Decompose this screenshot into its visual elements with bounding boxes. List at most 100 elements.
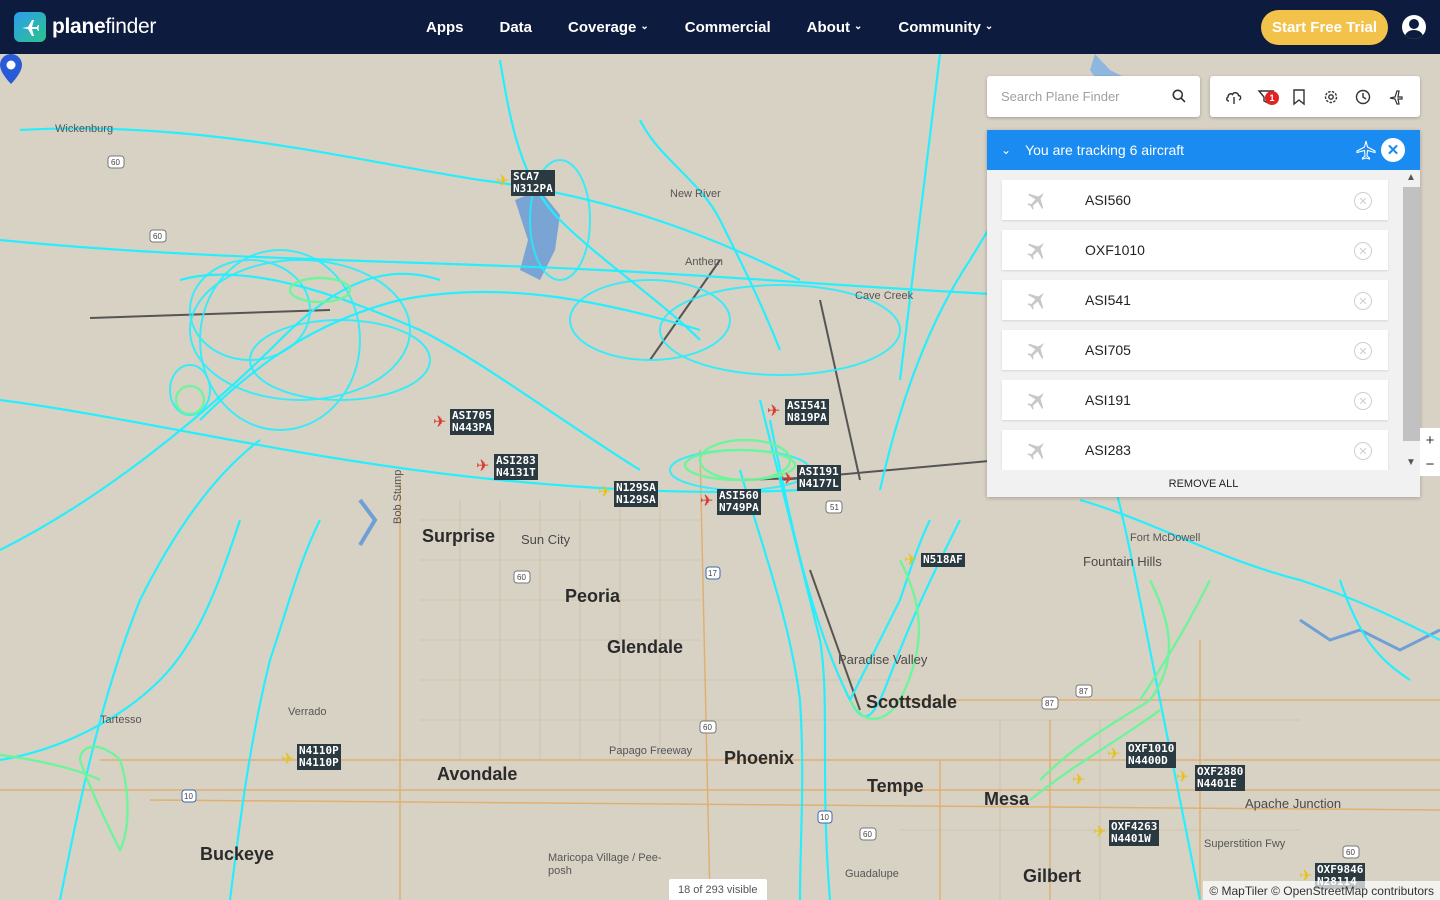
aircraft-plane-icon[interactable]: ✈: [281, 752, 294, 768]
svg-text:60: 60: [1346, 848, 1355, 857]
place-mesa: Mesa: [984, 789, 1030, 809]
zoom-out-button[interactable]: −: [1426, 456, 1435, 473]
remove-circle-icon[interactable]: ✕: [1354, 242, 1372, 260]
aircraft-plane-icon[interactable]: ✈: [767, 404, 780, 420]
tracked-callsign: ASI283: [1085, 442, 1131, 458]
scroll-up-icon[interactable]: ▲: [1406, 172, 1416, 183]
search-input[interactable]: [1001, 89, 1161, 104]
add-plane-icon[interactable]: [1387, 88, 1405, 106]
aircraft-plane-icon[interactable]: ✈: [1107, 747, 1120, 763]
aircraft-plane-icon[interactable]: ✈: [700, 494, 713, 510]
aircraft-label[interactable]: ASI705 N443PA: [450, 409, 494, 435]
svg-text:51: 51: [830, 503, 839, 512]
search-icon[interactable]: [1172, 89, 1186, 103]
logo-text: planefinder: [52, 15, 157, 38]
aircraft-label[interactable]: ASI283 N4131T: [494, 454, 538, 480]
user-circle-icon[interactable]: [1402, 15, 1426, 39]
remove-circle-icon[interactable]: ✕: [1354, 292, 1372, 310]
tracked-aircraft-row[interactable]: OXF1010 ✕: [1002, 230, 1388, 270]
remove-circle-icon[interactable]: ✕: [1354, 392, 1372, 410]
aircraft-label[interactable]: OXF4263 N4401W: [1109, 820, 1160, 846]
aircraft-plane-icon[interactable]: ✈: [1176, 770, 1189, 786]
tracked-aircraft-row[interactable]: ASI560 ✕: [1002, 180, 1388, 220]
bookmark-icon[interactable]: [1290, 88, 1308, 106]
aircraft-label[interactable]: ASI541 N819PA: [785, 399, 829, 425]
aircraft-label[interactable]: ASI560 N749PA: [717, 489, 761, 515]
place-avondale: Avondale: [437, 764, 518, 784]
aircraft-label[interactable]: ASI191 N4177L: [797, 465, 841, 491]
place-glendale: Glendale: [607, 637, 684, 657]
close-panel-button[interactable]: ✕: [1381, 138, 1405, 162]
aircraft-label[interactable]: OXF2880 N4401E: [1195, 765, 1246, 791]
chevron-down-icon: ⌄: [853, 20, 863, 32]
tracking-panel-title: You are tracking 6 aircraft: [1025, 142, 1185, 158]
place-fort-mcdowell: Fort McDowell: [1130, 532, 1201, 544]
aircraft-label[interactable]: SCA7 N312PA: [511, 170, 555, 196]
chevron-down-icon: ⌄: [640, 20, 649, 32]
place-bob-stump: Bob Stump: [392, 469, 404, 524]
aircraft-plane-icon[interactable]: ✈: [904, 553, 917, 569]
nav-apps[interactable]: Apps: [426, 19, 464, 36]
start-free-trial-button[interactable]: Start Free Trial: [1260, 10, 1388, 45]
history-icon[interactable]: [1354, 88, 1372, 106]
planefinder-logo[interactable]: planefinder: [14, 12, 156, 42]
nav-community[interactable]: Community ⌄: [898, 19, 993, 36]
tracked-aircraft-row[interactable]: ASI541 ✕: [1002, 280, 1388, 320]
place-tempe: Tempe: [867, 776, 924, 796]
map-attribution[interactable]: © MapTiler © OpenStreetMap contributors: [1203, 881, 1440, 900]
map-toolbar: 1: [1210, 76, 1420, 117]
scroll-down-icon[interactable]: ▼: [1406, 457, 1416, 468]
tracked-aircraft-row[interactable]: ASI283 ✕: [1002, 430, 1388, 470]
place-fountain-hills: Fountain Hills: [1083, 554, 1162, 569]
aircraft-label[interactable]: N129SA N129SA: [614, 481, 658, 507]
main-nav: Apps Data Coverage ⌄ Commercial About ⌄ Co…: [426, 0, 1029, 54]
svg-text:10: 10: [184, 792, 193, 801]
nav-data[interactable]: Data: [500, 19, 533, 36]
cloud-icon[interactable]: [1225, 88, 1243, 106]
tracked-aircraft-row[interactable]: ASI191 ✕: [1002, 380, 1388, 420]
plane-icon: [1027, 342, 1045, 360]
aircraft-plane-icon[interactable]: ✈: [476, 459, 489, 475]
tracking-panel-header: ⌄ You are tracking 6 aircraft ✕: [987, 130, 1420, 170]
settings-icon[interactable]: [1322, 88, 1340, 106]
place-guadalupe: Guadalupe: [845, 868, 899, 880]
search-box: [987, 76, 1200, 117]
aircraft-plane-icon[interactable]: ✈: [781, 472, 794, 488]
remove-circle-icon[interactable]: ✕: [1354, 192, 1372, 210]
remove-all-button[interactable]: REMOVE ALL: [987, 470, 1420, 497]
place-scottsdale: Scottsdale: [866, 692, 958, 712]
zoom-in-button[interactable]: +: [1426, 432, 1435, 449]
place-papago-freeway: Papago Freeway: [609, 745, 693, 757]
aircraft-label[interactable]: N4110P N4110P: [297, 744, 341, 770]
aircraft-plane-icon[interactable]: ✈: [1072, 773, 1085, 789]
visible-aircraft-count: 18 of 293 visible: [669, 879, 767, 900]
aircraft-label[interactable]: N518AF: [921, 553, 965, 567]
nav-about-label: About: [806, 18, 850, 36]
remove-circle-icon[interactable]: ✕: [1354, 442, 1372, 460]
place-cave-creek: Cave Creek: [855, 290, 914, 302]
tracked-aircraft-row[interactable]: ASI705 ✕: [1002, 330, 1388, 370]
place-sun-city: Sun City: [521, 532, 571, 547]
aircraft-plane-icon[interactable]: ✈: [496, 174, 509, 190]
scrollbar-thumb[interactable]: [1403, 187, 1420, 441]
place-paradise-valley: Paradise Valley: [838, 652, 928, 667]
nav-data-label: Data: [499, 18, 533, 36]
plane-outline-icon[interactable]: [1356, 140, 1376, 160]
svg-text:87: 87: [1045, 699, 1054, 708]
panel-scrollbar[interactable]: ▲ ▼: [1403, 170, 1420, 470]
nav-about[interactable]: About ⌄: [807, 19, 863, 36]
nav-coverage-label: Coverage: [568, 18, 637, 36]
location-pin-icon[interactable]: [0, 54, 22, 84]
place-apache-junction: Apache Junction: [1245, 796, 1342, 811]
tracked-callsign: ASI541: [1085, 292, 1131, 308]
aircraft-plane-icon[interactable]: ✈: [433, 415, 446, 431]
nav-commercial[interactable]: Commercial: [685, 19, 771, 36]
remove-circle-icon[interactable]: ✕: [1354, 342, 1372, 360]
aircraft-label[interactable]: OXF1010 N4400D: [1126, 742, 1177, 768]
nav-coverage[interactable]: Coverage ⌄: [568, 19, 649, 36]
zoom-controls: + −: [1420, 428, 1440, 476]
aircraft-plane-icon[interactable]: ✈: [598, 485, 611, 501]
chevron-down-icon[interactable]: ⌄: [1001, 143, 1011, 157]
place-wickenburg: Wickenburg: [55, 123, 114, 135]
aircraft-plane-icon[interactable]: ✈: [1093, 825, 1106, 841]
